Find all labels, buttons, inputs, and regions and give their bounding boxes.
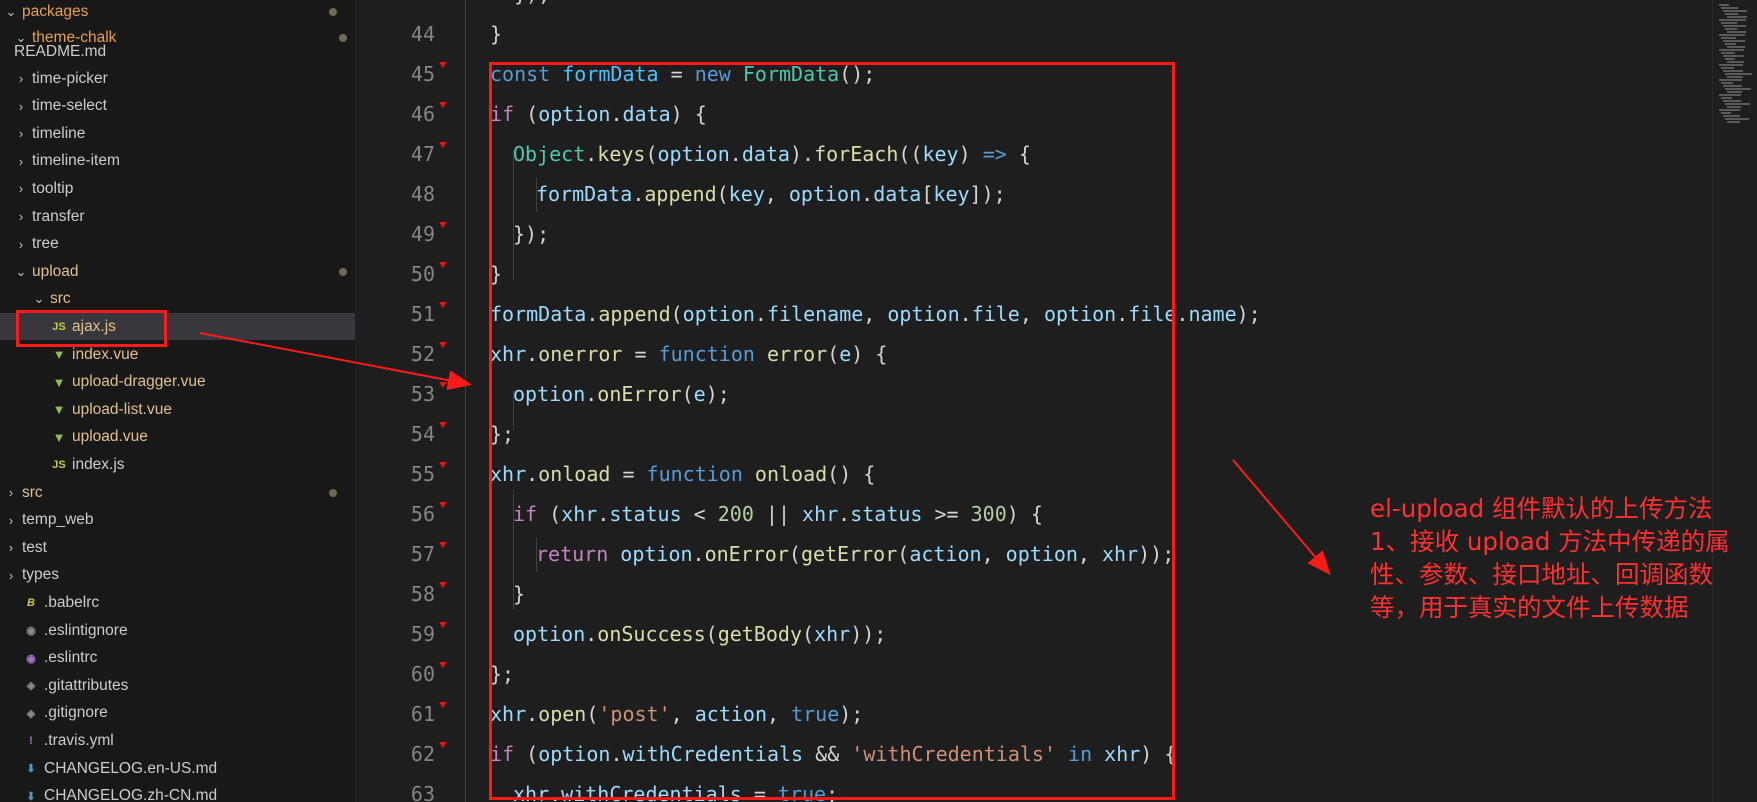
note-line: 性、参数、接口地址、回调函数 [1370,560,1713,589]
annotation-arrows [199,332,1331,576]
note-line: 1、接收 upload 方法中传递的属 [1370,527,1730,556]
annotation-note: el-upload 组件默认的上传方法 1、接收 upload 方法中传递的属 … [1370,492,1750,624]
note-line: 等，用于真实的文件上传数据 [1370,593,1689,622]
note-line: el-upload 组件默认的上传方法 [1370,494,1713,523]
arrow-to-code [199,332,472,391]
arrow-to-note [1232,459,1331,576]
